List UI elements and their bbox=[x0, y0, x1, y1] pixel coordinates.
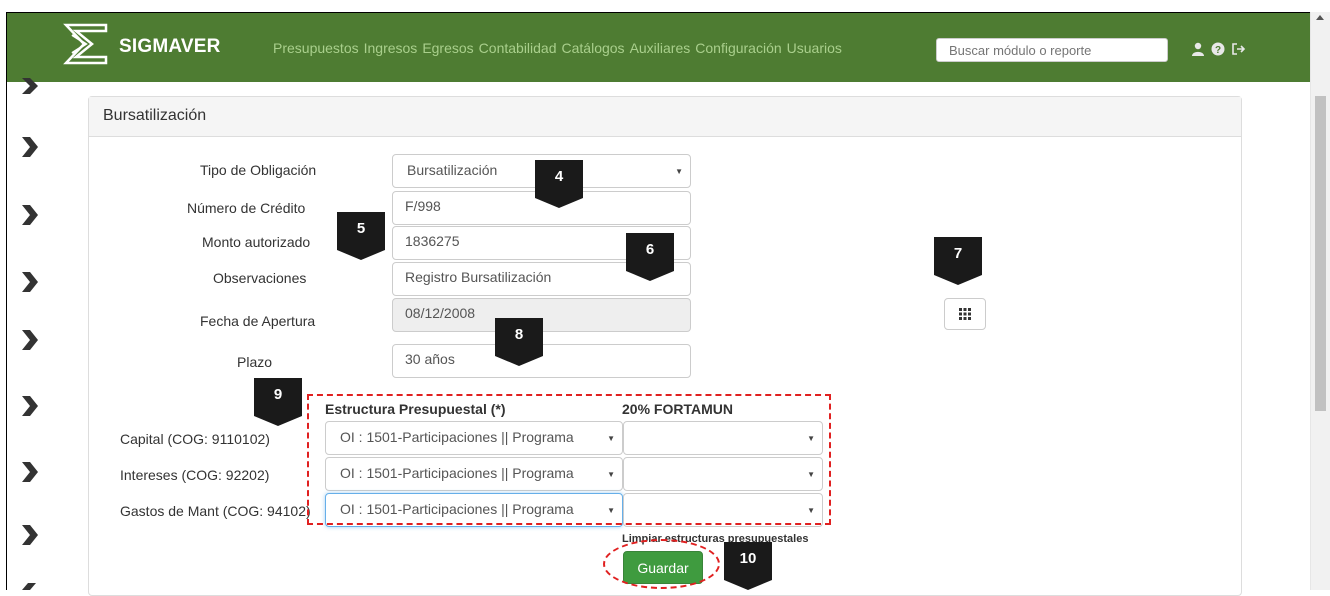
sigmaver-logo-icon bbox=[63, 23, 108, 65]
estructura-highlight-box bbox=[307, 394, 831, 525]
marker-number: 5 bbox=[356, 220, 366, 237]
tipo-obligacion-label: Tipo de Obligación bbox=[200, 162, 317, 178]
chevron-right-icon[interactable] bbox=[20, 396, 38, 416]
user-icon[interactable] bbox=[1190, 41, 1206, 57]
marker-number: 7 bbox=[953, 245, 963, 262]
page-scrollbar[interactable] bbox=[1310, 12, 1330, 590]
window-top-margin bbox=[0, 0, 1330, 12]
logout-icon[interactable] bbox=[1230, 41, 1246, 57]
help-icon[interactable]: ? bbox=[1210, 41, 1226, 57]
menu-item-presupuestos[interactable]: Presupuestos bbox=[273, 40, 359, 56]
chevron-right-icon[interactable] bbox=[20, 78, 38, 94]
module-search-input[interactable] bbox=[936, 38, 1168, 62]
marker-number: 10 bbox=[739, 550, 757, 567]
scroll-up-arrow-icon[interactable] bbox=[1316, 15, 1324, 20]
fecha-apertura-label: Fecha de Apertura bbox=[200, 313, 316, 329]
side-arrow-column bbox=[20, 0, 50, 590]
window-left-edge bbox=[0, 12, 7, 590]
menu-item-contabilidad[interactable]: Contabilidad bbox=[479, 40, 557, 56]
callout-marker-9: 9 bbox=[254, 378, 302, 426]
brand-name[interactable]: SIGMAVER bbox=[119, 36, 221, 58]
menu-item-ingresos[interactable]: Ingresos bbox=[364, 40, 418, 56]
tipo-obligacion-value: Bursatilización bbox=[407, 162, 498, 178]
plazo-label: Plazo bbox=[237, 354, 273, 370]
intereses-label: Intereses (COG: 92202) bbox=[120, 467, 270, 483]
capital-label: Capital (COG: 9110102) bbox=[120, 431, 270, 447]
scroll-thumb[interactable] bbox=[1315, 96, 1326, 411]
svg-text:?: ? bbox=[1215, 45, 1221, 56]
chevron-right-icon[interactable] bbox=[20, 205, 38, 225]
callout-marker-5: 5 bbox=[337, 212, 385, 260]
callout-marker-6: 6 bbox=[626, 233, 674, 281]
menu-item-configuracion[interactable]: Configuración bbox=[695, 40, 781, 56]
callout-marker-8: 8 bbox=[495, 318, 543, 366]
menu-item-auxiliares[interactable]: Auxiliares bbox=[630, 40, 691, 56]
chevron-right-icon[interactable] bbox=[20, 525, 38, 545]
chevron-right-icon[interactable] bbox=[20, 462, 38, 482]
panel-title: Bursatilización bbox=[89, 97, 1241, 137]
main-menu: Presupuestos Ingresos Egresos Contabilid… bbox=[273, 40, 842, 56]
grid-menu-button[interactable] bbox=[944, 298, 986, 330]
marker-number: 8 bbox=[514, 326, 524, 343]
menu-item-egresos[interactable]: Egresos bbox=[422, 40, 473, 56]
chevron-right-icon[interactable] bbox=[20, 137, 38, 157]
gastos-mant-label: Gastos de Mant (COG: 94102) bbox=[120, 503, 311, 519]
marker-number: 4 bbox=[554, 168, 564, 185]
numero-credito-label: Número de Crédito bbox=[187, 200, 306, 216]
grid-icon bbox=[959, 308, 971, 320]
marker-number: 6 bbox=[645, 241, 655, 258]
caret-down-icon: ▼ bbox=[675, 167, 683, 176]
chevron-right-icon[interactable] bbox=[20, 272, 38, 292]
chevron-right-icon[interactable] bbox=[20, 583, 38, 590]
navbar-icons: ? bbox=[1190, 41, 1246, 57]
chevron-right-icon[interactable] bbox=[20, 330, 38, 350]
observaciones-label: Observaciones bbox=[213, 270, 307, 286]
save-highlight-oval bbox=[603, 539, 720, 589]
callout-marker-10: 10 bbox=[724, 542, 772, 590]
callout-marker-4: 4 bbox=[535, 160, 583, 208]
marker-number: 9 bbox=[273, 386, 283, 403]
menu-item-usuarios[interactable]: Usuarios bbox=[787, 40, 842, 56]
callout-marker-7: 7 bbox=[934, 237, 982, 285]
menu-item-catalogos[interactable]: Catálogos bbox=[562, 40, 625, 56]
monto-autorizado-label: Monto autorizado bbox=[202, 234, 311, 250]
top-navbar: SIGMAVER Presupuestos Ingresos Egresos C… bbox=[7, 12, 1310, 82]
